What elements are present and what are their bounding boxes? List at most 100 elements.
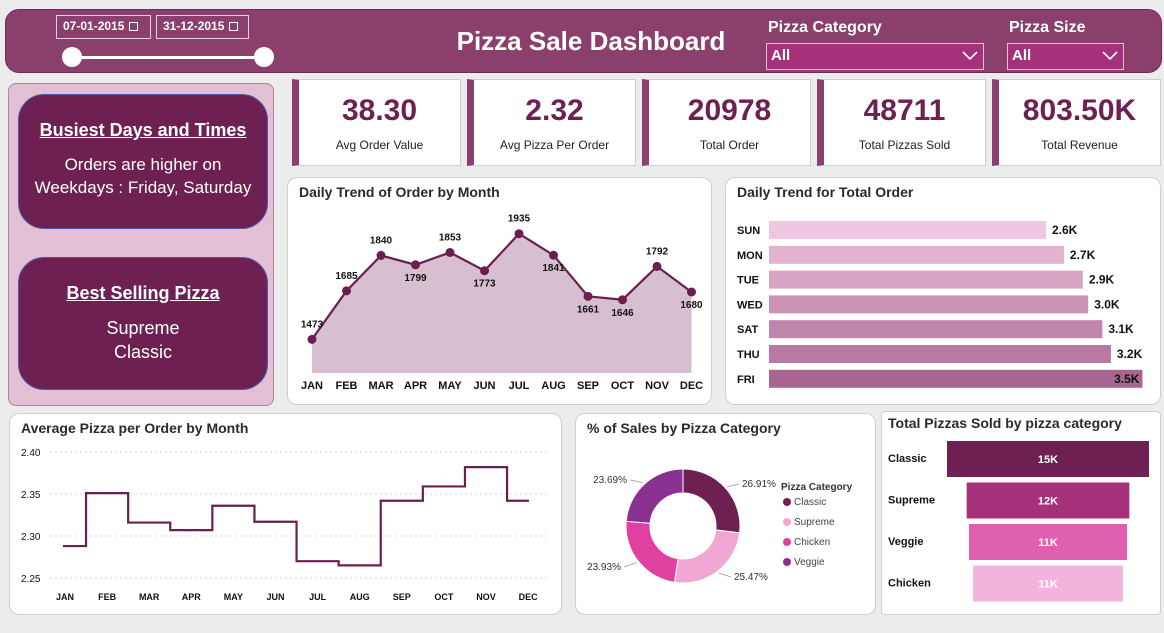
- x-tick-label: JUN: [266, 592, 284, 602]
- data-point: [514, 229, 524, 239]
- x-tick-label: NOV: [476, 592, 496, 602]
- x-tick-label: JUL: [309, 592, 327, 602]
- y-tick-label: SAT: [737, 324, 758, 336]
- data-label: 1840: [370, 235, 393, 246]
- busiest-days-line2: Weekdays : Friday, Saturday: [34, 178, 252, 197]
- kpi-card-total-pizzas-sold: 48711 Total Pizzas Sold: [817, 79, 986, 166]
- start-date-input[interactable]: 07-01-2015: [56, 15, 151, 39]
- data-point: [549, 250, 558, 260]
- pie-slice: [625, 520, 679, 583]
- data-label: 2.9K: [1089, 273, 1115, 287]
- category-label: Classic: [888, 453, 927, 465]
- kpi-label: Avg Order Value: [335, 138, 424, 152]
- pizza-size-value: All: [1012, 47, 1032, 64]
- start-date-text: 07-01-2015: [63, 19, 125, 33]
- data-label: 3.0K: [1094, 297, 1120, 311]
- x-tick-label: OCT: [434, 592, 454, 602]
- x-tick-label: DEC: [680, 380, 703, 392]
- x-tick-label: AUG: [350, 592, 370, 602]
- legend-label: Veggie: [794, 557, 825, 568]
- monthly-orders-chart: 1473 JAN 1685 FEB 1840 MAR 1799 APR 1853 MAY 1773 J…: [301, 214, 703, 392]
- data-label: 3.1K: [1108, 322, 1134, 336]
- calendar-icon[interactable]: [129, 22, 139, 31]
- x-tick-label: APR: [404, 380, 427, 392]
- category-label: Veggie: [888, 536, 923, 548]
- y-tick-label: WED: [737, 299, 763, 311]
- pizza-size-dropdown[interactable]: All: [1007, 43, 1124, 70]
- data-label: 2.6K: [1052, 223, 1078, 237]
- legend-title: Pizza Category: [781, 482, 853, 493]
- x-tick-label: MAR: [139, 592, 160, 602]
- x-tick-label: SEP: [577, 380, 599, 392]
- data-label: 1685: [335, 271, 358, 282]
- data-label: 11K: [1038, 579, 1058, 591]
- leader-line: [727, 483, 740, 488]
- x-tick-label: MAR: [368, 380, 393, 392]
- data-label: 3.2K: [1117, 347, 1143, 361]
- legend-label: Classic: [794, 497, 826, 508]
- daily-orders-chart: SUN 2.6K MON 2.7K TUE 2.9K WED 3.0K SAT 3.1K THU 3.…: [737, 221, 1143, 388]
- calendar-icon[interactable]: [229, 22, 239, 31]
- y-tick-label: TUE: [737, 275, 759, 287]
- x-tick-label: SEP: [393, 592, 411, 602]
- legend-marker: [783, 538, 791, 546]
- busiest-days-card: Busiest Days and Times Orders are higher…: [18, 94, 268, 229]
- data-point: [342, 286, 351, 296]
- end-date-input[interactable]: 31-12-2015: [156, 15, 249, 39]
- data-label: 1680: [680, 300, 703, 311]
- bar: [769, 270, 1083, 289]
- kpi-value: 2.32: [525, 94, 584, 127]
- header-bar: 07-01-2015 31-12-2015 Pizza Sale Dashboa…: [5, 9, 1162, 73]
- data-point: [307, 334, 317, 344]
- data-point: [480, 266, 489, 276]
- data-label: 1792: [646, 246, 669, 257]
- kpi-label: Total Pizzas Sold: [858, 138, 951, 152]
- x-tick-label: MAY: [224, 592, 243, 602]
- date-range-slider-track[interactable]: [72, 56, 268, 59]
- y-tick-label: 2.25: [21, 574, 41, 585]
- data-label: 23.93%: [587, 562, 621, 573]
- data-label: 15K: [1038, 454, 1058, 466]
- x-tick-label: AUG: [541, 380, 565, 392]
- pizza-category-dropdown[interactable]: All: [766, 43, 984, 70]
- x-tick-label: NOV: [645, 380, 670, 392]
- kpi-label: Total Order: [699, 138, 760, 152]
- end-date-text: 31-12-2015: [163, 19, 225, 33]
- leader-line: [623, 562, 637, 568]
- bar: [769, 345, 1111, 363]
- data-label: 1799: [404, 273, 427, 284]
- bar: [769, 369, 1143, 388]
- area-fill: [312, 233, 692, 373]
- y-tick-label: MON: [737, 250, 763, 262]
- data-point: [583, 291, 593, 301]
- y-tick-label: 2.30: [21, 532, 41, 543]
- busiest-days-title: Busiest Days and Times: [39, 120, 247, 140]
- data-label: 1661: [577, 304, 600, 315]
- x-tick-label: APR: [182, 592, 202, 602]
- kpi-value: 48711: [863, 94, 946, 127]
- x-tick-label: OCT: [611, 380, 635, 392]
- data-point: [376, 250, 386, 260]
- data-label: 1841: [542, 263, 565, 274]
- data-label: 3.5K: [1114, 372, 1140, 386]
- pizzas-by-category-chart: Classic 15K Supreme 12K Veggie 11K Chicken 11K: [888, 441, 1149, 602]
- pie-slice: [682, 468, 741, 534]
- data-label: 1935: [508, 214, 531, 225]
- pie-slice: [625, 468, 684, 524]
- data-label: 1473: [301, 319, 324, 330]
- date-range-start-handle[interactable]: [62, 47, 82, 67]
- data-label: 26.91%: [742, 479, 776, 490]
- best-selling-line1: Supreme: [106, 318, 180, 338]
- data-label: 23.69%: [593, 475, 627, 486]
- data-label: 1646: [611, 308, 634, 319]
- y-tick-label: SUN: [737, 225, 760, 237]
- avg-pizza-chart: 2.25 2.30 2.35 2.40 JAN FEB MAR APR MAY JUN JUL AUG…: [21, 448, 550, 602]
- legend-marker: [783, 518, 791, 526]
- kpi-value: 20978: [687, 94, 772, 127]
- x-tick-label: FEB: [336, 380, 358, 392]
- kpi-label: Total Revenue: [1041, 138, 1118, 152]
- data-label: 1853: [439, 232, 462, 243]
- series-line: [63, 466, 529, 567]
- date-range-end-handle[interactable]: [254, 47, 274, 67]
- x-tick-label: FEB: [98, 592, 117, 602]
